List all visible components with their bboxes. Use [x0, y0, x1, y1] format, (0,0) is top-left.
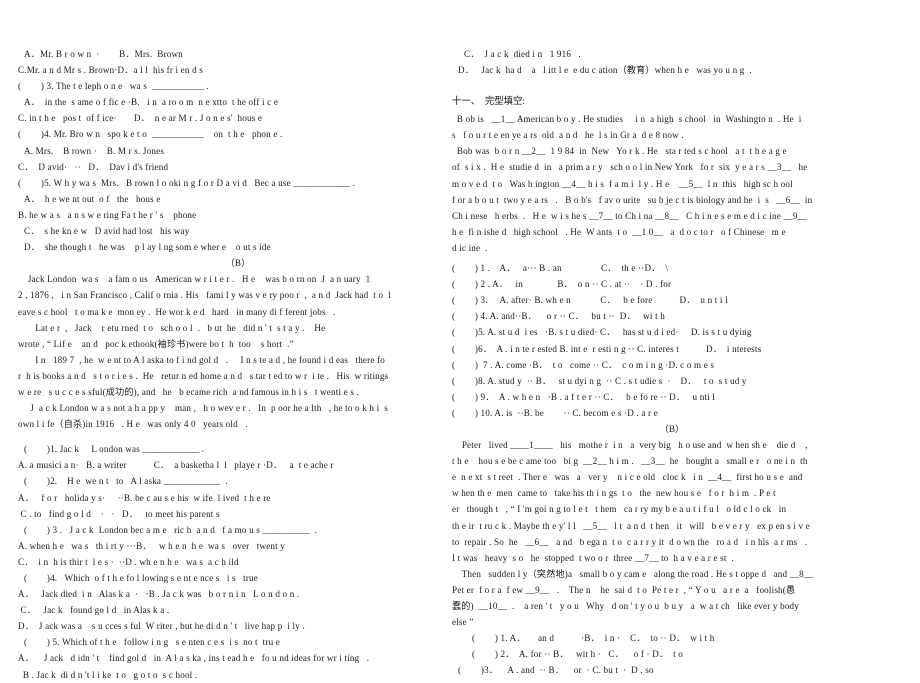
cloze-b-line: w hen th e men came to take his th i n g… — [452, 488, 776, 499]
qb-3-option-a[interactable]: A. when h e wa s th i rt y ···B． w h e n… — [18, 538, 458, 554]
cloze-b-line: er though t , “ I 'm goi n g to l e t t … — [452, 504, 787, 515]
passage-b-label: （B） — [225, 258, 251, 269]
section-heading-cloze: 十一、 完型填空: — [452, 97, 525, 108]
passage-b-line: wrote , “ Lif e an d poc k ethook(袖珍书)we… — [18, 338, 294, 349]
qb-2-option-a[interactable]: A． f o r holida y s· ··B. be c au s e hi… — [18, 490, 458, 506]
cloze-b-line: t h e hou s e be c ame too bi g __2__ h … — [452, 456, 808, 467]
cloze-a-question-2[interactable]: ( ) 2 . A． in B． o n ·· C . at ·· · D . … — [452, 276, 892, 292]
cloze-b-line: e n e xt s t reet . Ther e was a ver y n… — [452, 472, 803, 483]
question-4-option-a[interactable]: A. Mrs. B rown · B. M r s. Jones — [18, 143, 458, 159]
qb-4-stem[interactable]: ( )4. Which o f t h e fo l lowing s e nt… — [18, 570, 458, 586]
cloze-a-line: Bob was b o r n __2__ 1 9 84 in New Yo r… — [452, 146, 787, 157]
cloze-a-line: Ch i nese h erbs . H e w i s he s __7__ … — [452, 210, 808, 221]
cloze-b-question-3[interactable]: ( )3． A . and ·· B． or · C. bu t · D . s… — [452, 662, 892, 678]
passage-b-line: r h is books a n d s t o r i e s . He re… — [18, 370, 389, 381]
question-5-option-b[interactable]: B. he w a s a n s w e ring Fa t he r ' s… — [18, 207, 458, 223]
question-5-stem[interactable]: ( )5. W h y wa s Mrs. B rown l o oki n g… — [18, 175, 458, 191]
cloze-a-question-3[interactable]: ( ) 3. A. after· B. wh e n C． b e fore D… — [452, 292, 892, 308]
qb-5-option-a[interactable]: A． J ack d idn ' t find gol d in A l a s… — [18, 650, 458, 666]
cloze-b-line: to repair . So he __6__ a nd b ega n t o… — [452, 536, 808, 547]
cloze-a-line: d ic ine . — [452, 242, 488, 253]
cloze-a-question-9[interactable]: ( ) 9． A . w h e n ·B . a f t e r ·· C． … — [452, 389, 892, 405]
cloze-b-line: Peter lived ____1____ his mothe r i n a … — [452, 440, 808, 451]
cloze-a-line: B ob is __1__ American b o y . He studie… — [452, 114, 802, 125]
question-5-option-a[interactable]: A． h e we nt out o f the hous e — [18, 191, 458, 207]
cloze-a-question-5[interactable]: ( )5. A. st u d i es ·B. s t u died· C． … — [452, 324, 892, 340]
question-5-option-d[interactable]: D． she though t he was p l ay l ng som e… — [18, 239, 458, 255]
cloze-b-line: else ” — [452, 617, 474, 628]
right-column: C． J a c k died i n 1 916 . D． Jac k ha … — [452, 46, 892, 678]
cloze-b-line: th e ir t ru c k . Maybe th e y' l l __5… — [452, 520, 810, 531]
qb-4-option-c[interactable]: C． Jac k found go l d in Alas k a . — [18, 602, 458, 618]
cloze-a-question-7[interactable]: ( ) 7 . A. come ·B． t o come ·· C． c o m… — [452, 357, 892, 373]
passage-b-line: own l i fe（自杀)in 1916 . H e was only 4 0… — [18, 419, 248, 430]
passage-b-line: 2 , 1876 , i n San Francisco , Calif o r… — [18, 290, 391, 301]
reading-option-line: A．Mr. B r o w n · B．Mrs. Brown — [24, 49, 183, 59]
cloze-b-line: 蠢的) __10__ . a ren ' t y o u Why d on ' … — [452, 601, 800, 611]
cloze-a-question-4[interactable]: ( ) 4. A. and··B． o r ·· C． bu t ·· D． w… — [452, 308, 892, 324]
qb-3-stem[interactable]: ( ) 3 . J a c k London bec a m e ric h a… — [18, 522, 458, 538]
qb-4-option-d[interactable]: D． J ack was a s u cces s ful W riter , … — [18, 618, 458, 634]
cloze-a-line: f or a b o u t two y e a rs . B o b's f … — [452, 194, 813, 205]
question-4-stem[interactable]: ( )4. Mr. Bro w n spo k e t o __________… — [18, 126, 458, 142]
question-3-option-c[interactable]: C. in t h e pos t of f ice· D． n e ar M … — [18, 110, 458, 126]
cloze-b-line: I t was heavy s o he stopped t wo o r th… — [452, 552, 734, 563]
cloze-a-line: s f o u r t e en ye a rs old a n d he l … — [452, 130, 684, 141]
qb-2-stem[interactable]: ( )2. H e we n t to A l aska ___________… — [18, 473, 458, 489]
qb-1-stem[interactable]: ( )1. Jac k L ondon was ____________ . — [18, 441, 458, 457]
continued-option-c[interactable]: C． J a c k died i n 1 916 . — [452, 46, 892, 62]
qb-3-option-c[interactable]: C． i n h is thir t l e s · ··D . wh e n … — [18, 554, 458, 570]
cloze-a-line: h e fi n ishe d high school . He W ants … — [452, 226, 786, 237]
cloze-b-line: Pet er f o r a f ew __9__ . The n he sai… — [452, 584, 796, 595]
passage-b-line: eave s c hool t o ma k e mon ey . He wor… — [18, 306, 336, 317]
cloze-b-line: Then sudden l y（突然地)a small b o y cam e … — [452, 568, 814, 579]
passage-b-line: Jack London wa s a fam o us American w r… — [18, 274, 371, 285]
passage-b-line: I n 189 7 , he w e nt to A l aska to f i… — [18, 354, 385, 365]
exam-page: A．Mr. B r o w n · B．Mrs. Brown C.Mr. a n… — [0, 0, 920, 680]
left-column: A．Mr. B r o w n · B．Mrs. Brown C.Mr. a n… — [18, 46, 458, 683]
passage-b-line: J a c k London w a s not a h a pp y man … — [18, 403, 388, 414]
cloze-a-question-8[interactable]: ( )8. A. stud y ·· B． st u dyi n g ·· C … — [452, 373, 892, 389]
question-5-option-c[interactable]: C． s he kn e w D avid had lost his way — [18, 223, 458, 239]
cloze-b-label: （B） — [659, 423, 685, 434]
qb-5-stem[interactable]: ( ) 5. Which of t h e follow i n g s e n… — [18, 634, 458, 650]
passage-b-line: w e re s u c c e s sful(成功的), and he b e… — [18, 386, 359, 397]
cloze-a-line: of s i x . H e studie d in a prim a r y … — [452, 162, 808, 173]
cloze-a-question-1[interactable]: ( ) 1 . A． a··· B . an C． th e ··D． \ — [452, 260, 892, 276]
cloze-a-line: m o v e d t o Was h ington __4__ h i s f… — [452, 178, 793, 189]
cloze-b-question-1[interactable]: ( ) 1. A． an d ·B． i n · C． to ·· D． w i… — [452, 630, 892, 646]
qb-4-option-a[interactable]: A． Jack died i n Alas k a · ·B . Ja c k … — [18, 586, 458, 602]
question-4-option-c[interactable]: C． D avid· ·· D． Dav i d's friend — [18, 159, 458, 175]
question-3-stem[interactable]: ( ) 3. The t e leph o n e wa s _________… — [18, 78, 458, 94]
cloze-b-question-2[interactable]: ( ) 2． A. for ·· B． wit h · C． o f · D． … — [452, 646, 892, 662]
qb-1-options[interactable]: A. a musici a n· B. a writer C． a basket… — [18, 457, 458, 473]
question-3-option-a[interactable]: A． in the s ame o f fic e ·B. i n a ro o… — [18, 94, 458, 110]
cloze-a-question-6[interactable]: ( )6． A . i n te r ested B. int e r esti… — [452, 341, 892, 357]
reading-option-line: C.Mr. a n d Mr s . Brown·D．a l l his fr … — [18, 65, 203, 76]
qb-5-option-b[interactable]: B . Jac k di d n 't l i ke t o g o t o s… — [18, 667, 458, 683]
qb-2-option-c[interactable]: C . to find g o l d · · D． to meet his p… — [18, 506, 458, 522]
passage-b-line: Lat e r , Jack r etu rned t o sch o o l … — [18, 322, 326, 333]
continued-option-d[interactable]: D． Jac k ha d a l itt l e e du c ation（教… — [452, 62, 892, 78]
cloze-a-question-10[interactable]: ( ) 10. A. is ··B. be ·· C. becom e s ·D… — [452, 405, 892, 421]
